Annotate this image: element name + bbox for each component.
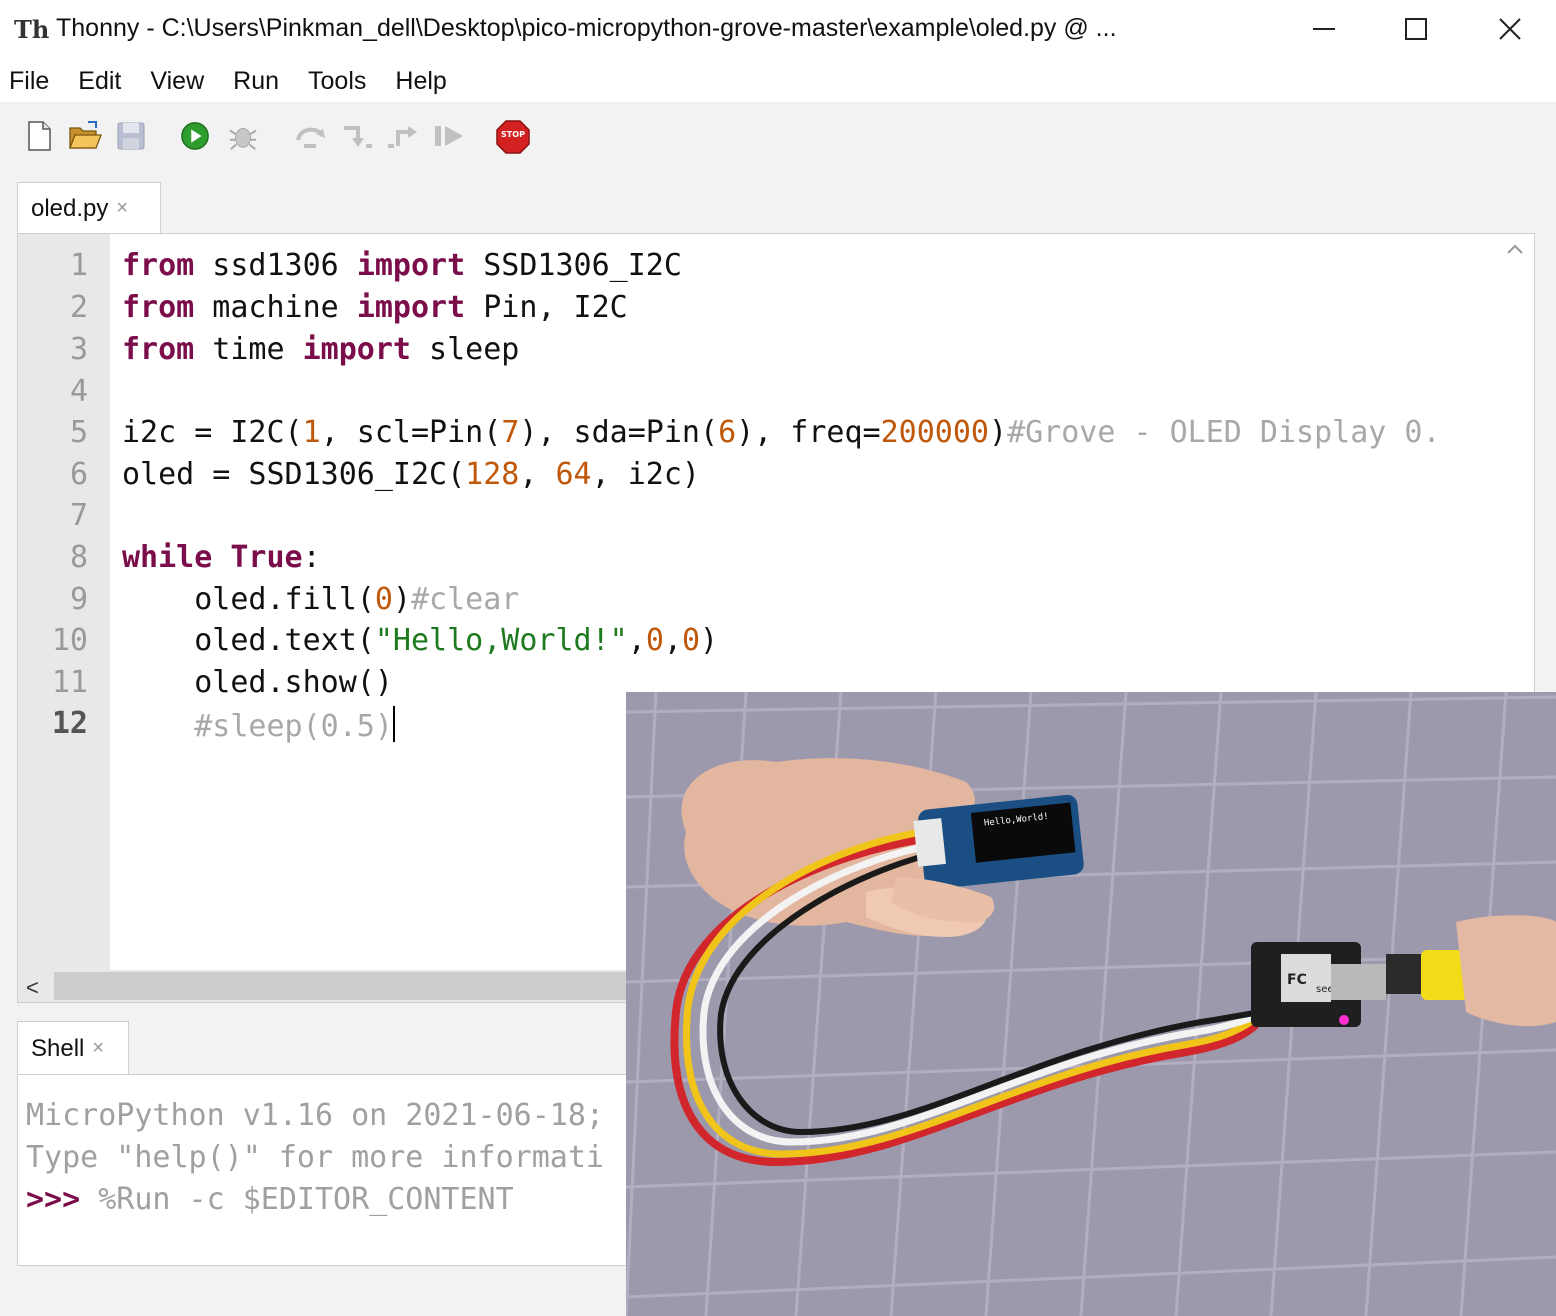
shell-banner-line: MicroPython v1.16 on 2021-06-18; (26, 1098, 604, 1133)
code-line-9[interactable]: oled.fill(0)#clear (122, 582, 519, 617)
tab-close-icon[interactable]: × (116, 197, 128, 220)
menu-help[interactable]: Help (395, 67, 446, 96)
menu-view[interactable]: View (150, 67, 204, 96)
text-cursor (392, 706, 395, 742)
code-line-3[interactable]: from time import sleep (122, 332, 519, 367)
tab-shell[interactable]: Shell × (17, 1021, 129, 1075)
scroll-up-icon[interactable] (1505, 240, 1525, 260)
minimize-button[interactable] (1278, 0, 1370, 58)
line-number: 4 (69, 374, 88, 409)
menu-edit[interactable]: Edit (78, 67, 121, 96)
code-line-12[interactable]: #sleep(0.5) (122, 706, 395, 744)
code-line-2[interactable]: from machine import Pin, I2C (122, 290, 628, 325)
tab-label: oled.py (31, 194, 109, 222)
new-file-icon[interactable] (24, 120, 54, 152)
close-button[interactable] (1464, 0, 1556, 58)
step-into-icon[interactable] (340, 120, 374, 152)
shell-command-line[interactable]: >>> %Run -c $EDITOR_CONTENT (26, 1182, 514, 1217)
scroll-left-icon[interactable]: < (26, 975, 39, 1001)
code-line-11[interactable]: oled.show() (122, 665, 393, 700)
save-icon[interactable] (116, 120, 146, 152)
maximize-icon (1405, 18, 1427, 40)
run-icon[interactable] (180, 120, 210, 152)
board-marking: FC (1287, 972, 1307, 988)
step-out-icon[interactable] (386, 120, 420, 152)
menu-bar: File Edit View Run Tools Help (0, 60, 1556, 102)
code-line-8[interactable]: while True: (122, 540, 321, 575)
title-bar: Th Thonny - C:\Users\Pinkman_dell\Deskto… (0, 0, 1556, 60)
code-line-10[interactable]: oled.text("Hello,World!",0,0) (122, 623, 718, 658)
line-number: 6 (69, 457, 88, 492)
menu-file[interactable]: File (9, 67, 49, 96)
hardware-photo: Hello,World! FC seeed (626, 692, 1556, 1316)
line-number: 10 (51, 623, 88, 658)
shell-tab-label: Shell (31, 1034, 85, 1062)
menu-run[interactable]: Run (233, 67, 279, 96)
shell-prompt: >>> (26, 1182, 81, 1217)
shell-help-line: Type "help()" for more informati (26, 1140, 604, 1175)
line-number: 9 (69, 582, 88, 617)
stop-label: STOP (501, 130, 525, 139)
step-over-icon[interactable] (294, 120, 328, 152)
shell-tab-close-icon[interactable]: × (92, 1037, 104, 1060)
tab-oled-py[interactable]: oled.py × (17, 182, 161, 234)
line-number: 8 (69, 540, 88, 575)
line-number: 3 (69, 332, 88, 367)
window-title: Thonny - C:\Users\Pinkman_dell\Desktop\p… (56, 14, 1117, 42)
stop-button[interactable]: STOP (496, 120, 530, 154)
line-number: 1 (69, 248, 88, 283)
resume-icon[interactable] (432, 120, 466, 152)
open-file-icon[interactable] (68, 120, 102, 152)
hardware-illustration: Hello,World! FC seeed (626, 692, 1556, 1316)
maximize-button[interactable] (1370, 0, 1462, 58)
minimize-icon (1313, 28, 1335, 30)
line-number: 5 (69, 415, 88, 450)
menu-tools[interactable]: Tools (308, 67, 366, 96)
code-line-6[interactable]: oled = SSD1306_I2C(128, 64, i2c) (122, 457, 700, 492)
thonny-app-icon: Th (14, 15, 50, 44)
code-line-1[interactable]: from ssd1306 import SSD1306_I2C (122, 248, 682, 283)
shell-command: %Run -c $EDITOR_CONTENT (80, 1182, 514, 1217)
debug-icon[interactable] (228, 120, 258, 152)
line-number: 11 (51, 665, 88, 700)
close-icon (1499, 18, 1521, 40)
line-number: 7 (69, 498, 88, 533)
code-line-5[interactable]: i2c = I2C(1, scl=Pin(7), sda=Pin(6), fre… (122, 415, 1441, 450)
line-number-current: 12 (51, 706, 88, 741)
line-number: 2 (69, 290, 88, 325)
